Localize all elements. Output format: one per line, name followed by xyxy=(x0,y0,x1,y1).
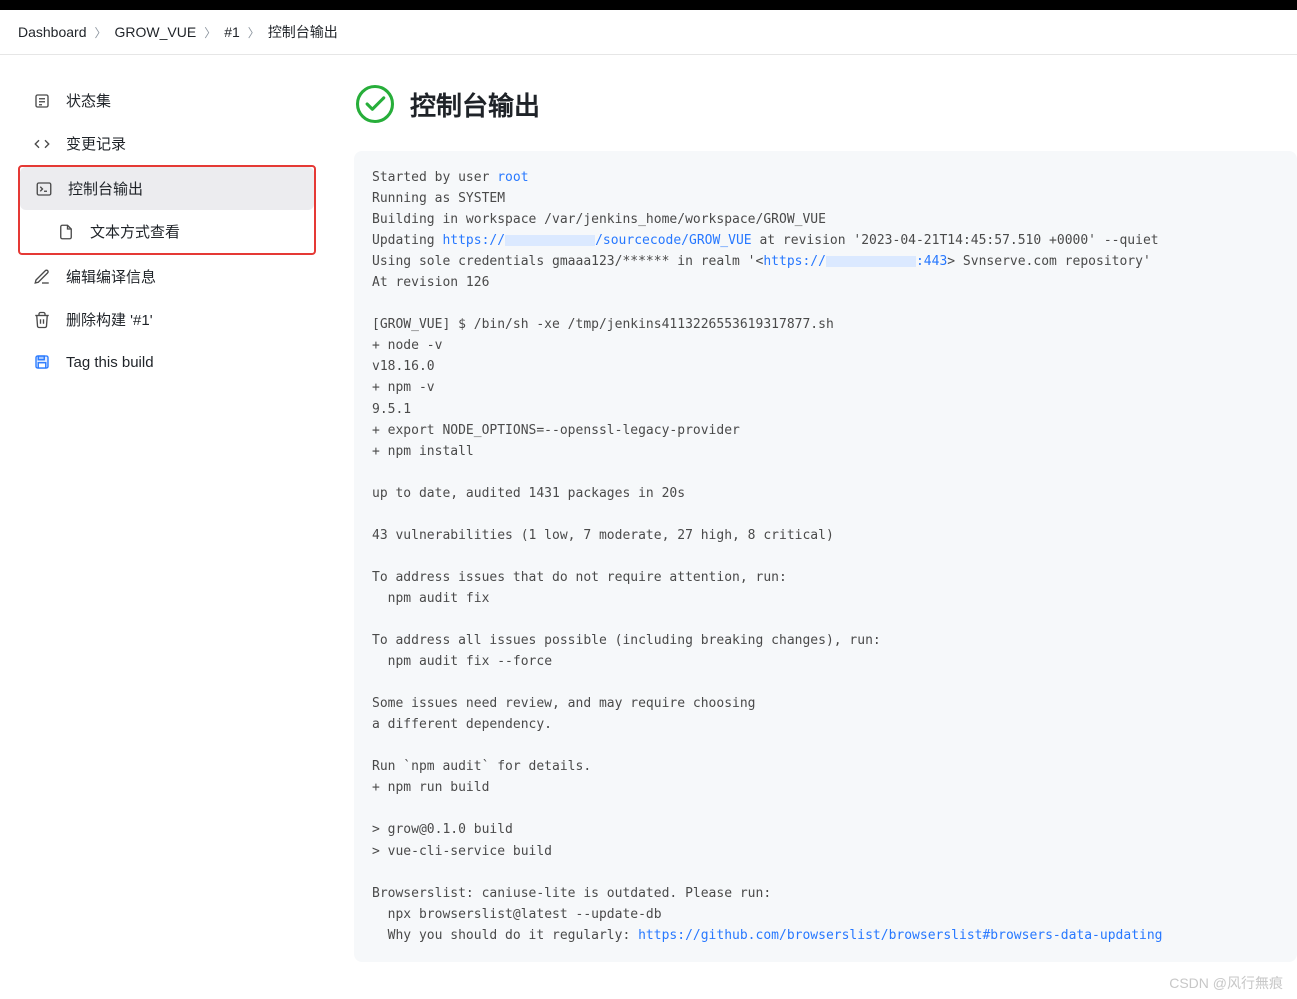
redacted xyxy=(505,235,595,246)
breadcrumb-project[interactable]: GROW_VUE xyxy=(115,24,197,40)
sidebar-item-edit-build-info[interactable]: 编辑编译信息 xyxy=(18,255,324,298)
sidebar-item-label: 控制台输出 xyxy=(68,178,143,199)
chevron-right-icon: 〉 xyxy=(248,24,260,41)
sidebar-item-status[interactable]: 状态集 xyxy=(18,79,324,122)
success-check-icon xyxy=(354,83,396,125)
sidebar-item-label: Tag this build xyxy=(66,354,154,371)
browserslist-link[interactable]: https://github.com/browserslist/browsers… xyxy=(638,928,1162,943)
breadcrumb-dashboard[interactable]: Dashboard xyxy=(18,24,87,40)
status-icon xyxy=(32,91,52,111)
page-header: 控制台输出 xyxy=(354,83,1297,125)
edit-icon xyxy=(32,267,52,287)
chevron-right-icon: 〉 xyxy=(204,24,216,41)
sidebar-item-plain-text[interactable]: 文本方式查看 xyxy=(20,210,314,253)
sidebar-item-label: 变更记录 xyxy=(66,133,126,154)
console-output: Started by user root Running as SYSTEM B… xyxy=(354,151,1297,962)
sidebar-item-console-output[interactable]: 控制台输出 xyxy=(20,167,314,210)
realm-link[interactable]: https://:443 xyxy=(763,254,947,269)
save-icon xyxy=(32,352,52,372)
document-icon xyxy=(56,222,76,242)
sidebar-item-label: 删除构建 '#1' xyxy=(66,309,153,330)
chevron-right-icon: 〉 xyxy=(95,24,107,41)
sidebar: 状态集 变更记录 控制台输出 文本方式查看 xyxy=(0,55,324,974)
changes-icon xyxy=(32,134,52,154)
breadcrumb-current[interactable]: 控制台输出 xyxy=(268,22,338,42)
sidebar-item-changes[interactable]: 变更记录 xyxy=(18,122,324,165)
breadcrumb-build[interactable]: #1 xyxy=(224,24,240,40)
sidebar-item-delete-build[interactable]: 删除构建 '#1' xyxy=(18,298,324,341)
top-bar xyxy=(0,0,1297,10)
breadcrumb: Dashboard 〉 GROW_VUE 〉 #1 〉 控制台输出 xyxy=(0,10,1297,55)
main-content: 控制台输出 Started by user root Running as SY… xyxy=(324,55,1297,974)
svn-url-link[interactable]: https:///sourcecode/GROW_VUE xyxy=(442,233,751,248)
sidebar-item-label: 文本方式查看 xyxy=(90,221,180,242)
terminal-icon xyxy=(34,179,54,199)
user-link[interactable]: root xyxy=(497,170,528,185)
sidebar-item-label: 状态集 xyxy=(66,90,111,111)
sidebar-item-tag-build[interactable]: Tag this build xyxy=(18,341,324,383)
redacted xyxy=(826,256,916,267)
trash-icon xyxy=(32,310,52,330)
highlight-box: 控制台输出 文本方式查看 xyxy=(18,165,316,255)
sidebar-item-label: 编辑编译信息 xyxy=(66,266,156,287)
page-title: 控制台输出 xyxy=(410,86,540,123)
watermark: CSDN @风行無痕 xyxy=(1169,973,1283,993)
